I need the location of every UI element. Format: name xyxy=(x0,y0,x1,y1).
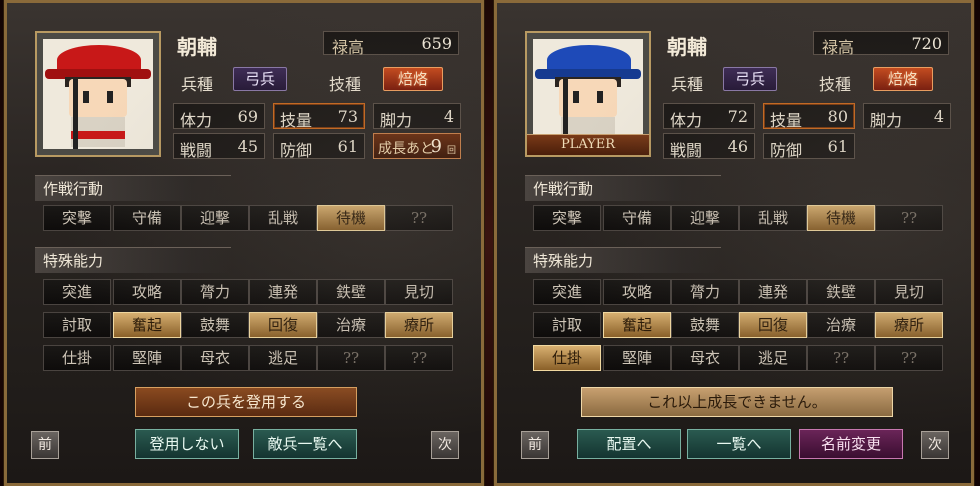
ability-button-active[interactable]: 奮起 xyxy=(603,312,671,338)
ability-button[interactable]: 突進 xyxy=(43,279,111,305)
ability-button[interactable]: 仕掛 xyxy=(43,345,111,371)
tactic-button[interactable]: 突撃 xyxy=(43,205,111,231)
stat-hp: 体力 69 xyxy=(173,103,265,130)
ability-button[interactable]: 母衣 xyxy=(181,345,249,371)
recruit-button[interactable]: この兵を登用する xyxy=(135,387,357,417)
ability-button[interactable]: 逃足 xyxy=(249,345,317,371)
unit-portrait: PLAYER xyxy=(525,31,651,157)
tactic-button-active[interactable]: 待機 xyxy=(807,205,875,231)
growth-remaining: 成長あと 9 回 xyxy=(373,133,461,159)
tactic-button[interactable]: 守備 xyxy=(603,205,671,231)
ability-button[interactable]: 鉄壁 xyxy=(807,279,875,305)
enemy-list-button[interactable]: 敵兵一覧へ xyxy=(253,429,357,459)
max-growth-message: これ以上成長できません。 xyxy=(581,387,893,417)
ability-button-active[interactable]: 仕掛 xyxy=(533,345,601,371)
player-unit-panel: PLAYER 朝輔 禄高 720 兵種 弓兵 技種 焙烙 体力 72 技量 80 脚… xyxy=(493,0,975,486)
stat-combat: 戦闘 46 xyxy=(663,133,755,160)
ability-button[interactable]: 治療 xyxy=(317,312,385,338)
salary-value: 659 xyxy=(421,34,452,53)
ability-button-active[interactable]: 療所 xyxy=(385,312,453,338)
ability-button[interactable]: 逃足 xyxy=(739,345,807,371)
recruit-unit-panel: 朝輔 禄高 659 兵種 弓兵 技種 焙烙 体力 69 技量 73 脚力 4 戦闘 45… xyxy=(3,0,485,486)
stat-skill: 技量 80 xyxy=(763,103,855,130)
tech-label: 技種 xyxy=(819,75,852,94)
ability-button-active[interactable]: 奮起 xyxy=(113,312,181,338)
stat-hp: 体力 72 xyxy=(663,103,755,130)
ability-button[interactable]: 堅陣 xyxy=(603,345,671,371)
tactic-button[interactable]: 迎撃 xyxy=(181,205,249,231)
tactics-header: 作戦行動 xyxy=(525,175,721,201)
unit-name: 朝輔 xyxy=(177,35,217,59)
tech-type-badge: 焙烙 xyxy=(383,67,443,91)
ability-button[interactable]: 鼓舞 xyxy=(181,312,249,338)
ability-button[interactable]: 膂力 xyxy=(181,279,249,305)
game-screen: 朝輔 禄高 659 兵種 弓兵 技種 焙烙 体力 69 技量 73 脚力 4 戦闘 45… xyxy=(0,0,980,486)
tech-label: 技種 xyxy=(329,75,362,94)
salary-label: 禄高 xyxy=(822,38,855,57)
ability-button-active[interactable]: 回復 xyxy=(249,312,317,338)
salary-value: 720 xyxy=(911,34,942,53)
ability-button[interactable]: 攻略 xyxy=(113,279,181,305)
tech-type-badge: 焙烙 xyxy=(873,67,933,91)
ability-button[interactable]: 討取 xyxy=(43,312,111,338)
ability-button[interactable]: 治療 xyxy=(807,312,875,338)
tactic-button[interactable]: 迎撃 xyxy=(671,205,739,231)
stat-combat: 戦闘 45 xyxy=(173,133,265,160)
tactic-button-locked[interactable]: ?? xyxy=(385,205,453,231)
prev-button[interactable]: 前 xyxy=(521,431,549,459)
salary-box: 禄高 720 xyxy=(813,31,949,57)
player-tag: PLAYER xyxy=(527,134,649,155)
list-button[interactable]: 一覧へ xyxy=(687,429,791,459)
ability-button[interactable]: 見切 xyxy=(385,279,453,305)
ability-button-active[interactable]: 回復 xyxy=(739,312,807,338)
decline-button[interactable]: 登用しない xyxy=(135,429,239,459)
ability-button[interactable]: 鼓舞 xyxy=(671,312,739,338)
ability-button[interactable]: 連発 xyxy=(739,279,807,305)
ability-button[interactable]: 膂力 xyxy=(671,279,739,305)
rename-button[interactable]: 名前変更 xyxy=(799,429,903,459)
prev-button[interactable]: 前 xyxy=(31,431,59,459)
ability-button[interactable]: 堅陣 xyxy=(113,345,181,371)
troop-type-badge: 弓兵 xyxy=(233,67,287,91)
next-button[interactable]: 次 xyxy=(921,431,949,459)
abilities-header: 特殊能力 xyxy=(525,247,721,273)
salary-box: 禄高 659 xyxy=(323,31,459,57)
next-button[interactable]: 次 xyxy=(431,431,459,459)
unit-name: 朝輔 xyxy=(667,35,707,59)
ability-button-active[interactable]: 療所 xyxy=(875,312,943,338)
troop-label: 兵種 xyxy=(671,75,704,94)
ability-button-locked[interactable]: ?? xyxy=(807,345,875,371)
ability-button[interactable]: 連発 xyxy=(249,279,317,305)
tactic-button[interactable]: 突撃 xyxy=(533,205,601,231)
ability-button[interactable]: 討取 xyxy=(533,312,601,338)
abilities-header: 特殊能力 xyxy=(35,247,231,273)
stat-speed: 脚力 4 xyxy=(863,103,951,130)
stat-defense: 防御 61 xyxy=(763,133,855,160)
ability-button[interactable]: 見切 xyxy=(875,279,943,305)
ability-button-locked[interactable]: ?? xyxy=(875,345,943,371)
troop-type-badge: 弓兵 xyxy=(723,67,777,91)
ability-button[interactable]: 母衣 xyxy=(671,345,739,371)
stat-skill: 技量 73 xyxy=(273,103,365,130)
stat-speed: 脚力 4 xyxy=(373,103,461,130)
tactic-button[interactable]: 乱戦 xyxy=(739,205,807,231)
tactic-button[interactable]: 守備 xyxy=(113,205,181,231)
tactic-button[interactable]: 乱戦 xyxy=(249,205,317,231)
ability-button[interactable]: 鉄壁 xyxy=(317,279,385,305)
deploy-button[interactable]: 配置へ xyxy=(577,429,681,459)
unit-portrait xyxy=(35,31,161,157)
ability-button[interactable]: 突進 xyxy=(533,279,601,305)
troop-label: 兵種 xyxy=(181,75,214,94)
salary-label: 禄高 xyxy=(332,38,365,57)
stat-defense: 防御 61 xyxy=(273,133,365,160)
ability-button-locked[interactable]: ?? xyxy=(385,345,453,371)
ability-button[interactable]: 攻略 xyxy=(603,279,671,305)
tactic-button-locked[interactable]: ?? xyxy=(875,205,943,231)
ability-button-locked[interactable]: ?? xyxy=(317,345,385,371)
tactic-button-active[interactable]: 待機 xyxy=(317,205,385,231)
tactics-header: 作戦行動 xyxy=(35,175,231,201)
